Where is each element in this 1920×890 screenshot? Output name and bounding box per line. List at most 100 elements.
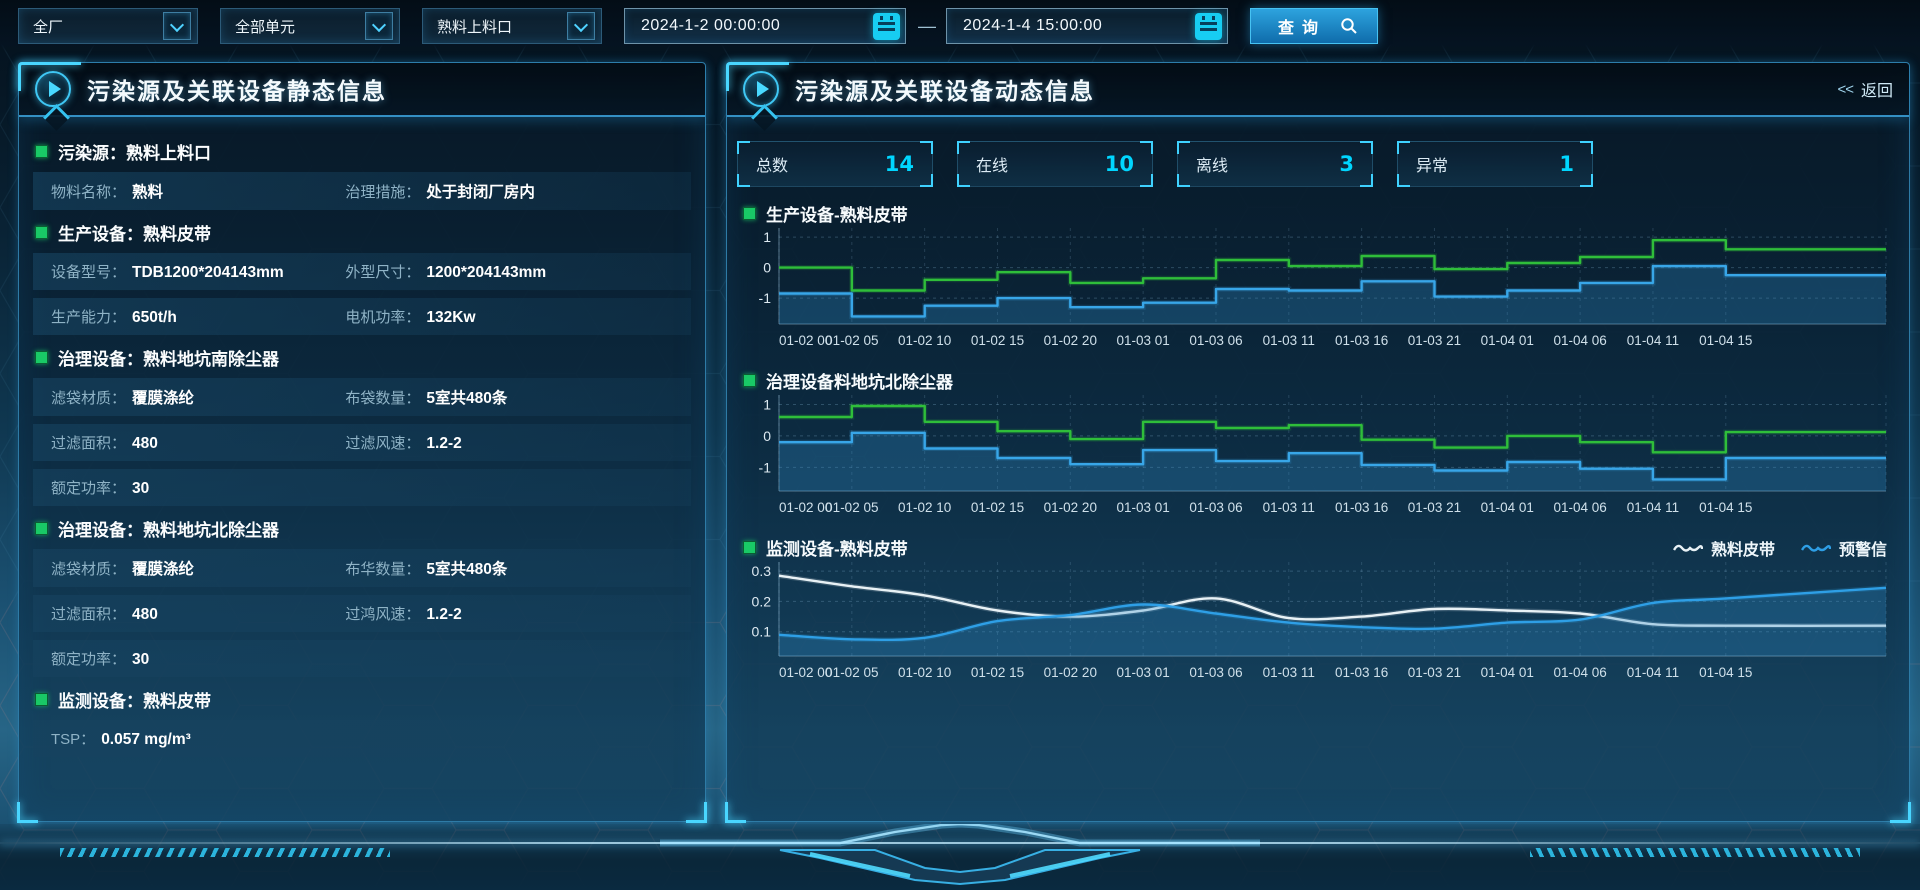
section-title-text: 生产设备：熟料皮带 [58, 220, 211, 245]
legend-item-0[interactable]: 熟料皮带 [1673, 536, 1775, 560]
footer-hatch-right [1530, 848, 1860, 857]
field-value: 30 [132, 651, 149, 669]
x-tick-label: 01-03 01 [1116, 333, 1169, 348]
x-tick-label: 01-04 01 [1481, 333, 1534, 348]
stat-value: 1 [1559, 152, 1574, 176]
footer-decoration [0, 824, 1920, 890]
back-label: 返回 [1861, 77, 1893, 101]
x-tick-label: 01-04 11 [1627, 500, 1679, 515]
info-cell: 治理措施：处于封闭厂房内 [345, 180, 691, 202]
legend-item-1[interactable]: 预警信 [1801, 536, 1887, 560]
start-datetime-input[interactable]: 2024-1-2 00:00:00 [624, 8, 906, 44]
chart-block-1: 治理设备料地坑北除尘器10-101-02 0001-02 0501-02 100… [741, 368, 1895, 521]
y-tick-label: 0.2 [752, 593, 772, 609]
chart-plot-1: 10-101-02 0001-02 0501-02 1001-02 1501-0… [741, 395, 1901, 521]
static-sections: 污染源：熟料上料口物料名称：熟料治理措施：处于封闭厂房内生产设备：熟料皮带设备型… [19, 117, 705, 757]
info-row: 滤袋材质：覆膜涤纶布华数量：5室共480条 [33, 549, 691, 587]
chart-title-row: 生产设备-熟料皮带 [743, 201, 1893, 226]
x-tick-label: 01-02 20 [1044, 333, 1097, 348]
info-cell: 滤袋材质：覆膜涤纶 [51, 557, 345, 579]
y-tick-label: 1 [763, 396, 771, 412]
stat-corner-accent [737, 141, 750, 154]
info-row: 设备型号：TDB1200*204143mm外型尺寸：1200*204143mm [33, 253, 691, 290]
section-title-text: 治理设备：熟料地坑南除尘器 [58, 345, 279, 370]
query-button[interactable]: 查询 [1250, 8, 1378, 44]
date-range-separator: — [918, 16, 936, 37]
info-cell: 过滤面积： 480 [51, 432, 345, 453]
x-tick-label: 01-02 15 [971, 333, 1024, 348]
x-tick-label: 01-03 11 [1263, 333, 1315, 348]
static-panel-header: 污染源及关联设备静态信息 [19, 63, 705, 117]
info-row: TSP：0.057 mg/m³ [33, 720, 691, 757]
x-tick-label: 01-03 01 [1116, 665, 1169, 680]
info-cell: 过鸿风速：1.2-2 [345, 603, 691, 624]
chevron-down-icon[interactable] [567, 12, 595, 40]
chart-title: 监测设备-熟料皮带 [766, 535, 908, 560]
play-icon [743, 71, 779, 107]
source-select[interactable]: 熟料上料口 [422, 8, 602, 44]
field-value: 5室共480条 [426, 557, 507, 579]
stat-label: 在线 [976, 152, 1008, 176]
stat-corner-accent [1360, 141, 1373, 154]
static-info-panel: 污染源及关联设备静态信息 污染源：熟料上料口物料名称：熟料治理措施：处于封闭厂房… [18, 62, 706, 822]
chart-plot-2: 0.30.20.101-02 0001-02 0501-02 1001-02 1… [741, 562, 1901, 686]
x-tick-label: 01-04 15 [1699, 333, 1752, 348]
info-cell: 额定功率：30 [51, 648, 345, 669]
stat-value: 3 [1339, 152, 1354, 176]
unit-select[interactable]: 全部单元 [220, 8, 400, 44]
info-cell: 过滤面积：480 [51, 603, 345, 624]
stat-corner-accent [1140, 174, 1153, 187]
y-tick-label: 0 [763, 260, 771, 276]
stat-corner-accent [1360, 174, 1373, 187]
info-row: 生产能力：650t/h电机功率：132Kw [33, 298, 691, 335]
field-label: 电机功率： [345, 306, 420, 327]
x-tick-label: 01-02 20 [1044, 500, 1097, 515]
section-title: 监测设备：熟料皮带 [35, 687, 689, 712]
chart-title: 治理设备料地坑北除尘器 [766, 368, 953, 393]
field-label: 治理措施： [345, 181, 420, 202]
calendar-icon[interactable] [873, 13, 900, 40]
plant-select[interactable]: 全厂 [18, 8, 198, 44]
calendar-icon[interactable] [1195, 13, 1222, 40]
green-square-icon [743, 374, 756, 387]
field-value: 480 [132, 606, 158, 624]
info-cell: 设备型号：TDB1200*204143mm [51, 261, 345, 282]
x-tick-label: 01-03 11 [1263, 500, 1315, 515]
dashboard-root: { "toolbar": { "selects": [ {"value": "全… [0, 0, 1920, 890]
footer-emblem [660, 824, 1260, 890]
chevron-down-icon[interactable] [365, 12, 393, 40]
field-label: 过滤面积： [51, 432, 126, 453]
back-link[interactable]: << 返回 [1837, 77, 1893, 101]
field-value: 1.2-2 [426, 606, 461, 624]
x-tick-label: 01-02 15 [971, 500, 1024, 515]
green-square-icon [35, 145, 48, 158]
stat-corner-accent [1397, 141, 1410, 154]
panel-corner-accent [17, 802, 38, 823]
y-tick-label: -1 [759, 290, 772, 306]
x-tick-label: 01-03 16 [1335, 333, 1388, 348]
toolbar: 全厂 全部单元 熟料上料口 2024-1-2 00:00:00 — 2024-1… [0, 0, 1920, 52]
chevron-down-icon[interactable] [163, 12, 191, 40]
field-label: 滤袋材质： [51, 387, 126, 408]
x-tick-label: 01-04 06 [1553, 333, 1606, 348]
field-label: 过滤风速： [345, 432, 420, 453]
chart-title: 生产设备-熟料皮带 [766, 201, 908, 226]
chart-block-2: 监测设备-熟料皮带熟料皮带预警信0.30.20.101-02 0001-02 0… [741, 535, 1895, 686]
info-cell: 布袋数量：5室共480条 [345, 386, 691, 408]
play-icon [35, 71, 71, 107]
stat-label: 总数 [756, 152, 788, 176]
section-title-text: 监测设备：熟料皮带 [58, 687, 211, 712]
field-value: 480 [132, 435, 158, 453]
chart-block-0: 生产设备-熟料皮带10-101-02 0001-02 0501-02 1001-… [741, 201, 1895, 354]
info-row: 滤袋材质：覆膜涤纶布袋数量：5室共480条 [33, 378, 691, 416]
end-datetime-input[interactable]: 2024-1-4 15:00:00 [946, 8, 1228, 44]
field-label: 设备型号： [51, 261, 126, 282]
field-label: 额定功率： [51, 477, 126, 498]
section-title: 污染源：熟料上料口 [35, 139, 689, 164]
info-cell: 额定功率：30 [51, 477, 345, 498]
field-value: 0.057 mg/m³ [101, 731, 191, 749]
section-title: 治理设备：熟料地坑北除尘器 [35, 516, 689, 541]
stat-value: 14 [885, 152, 914, 176]
x-tick-label: 01-04 01 [1481, 500, 1534, 515]
stat-corner-accent [957, 174, 970, 187]
